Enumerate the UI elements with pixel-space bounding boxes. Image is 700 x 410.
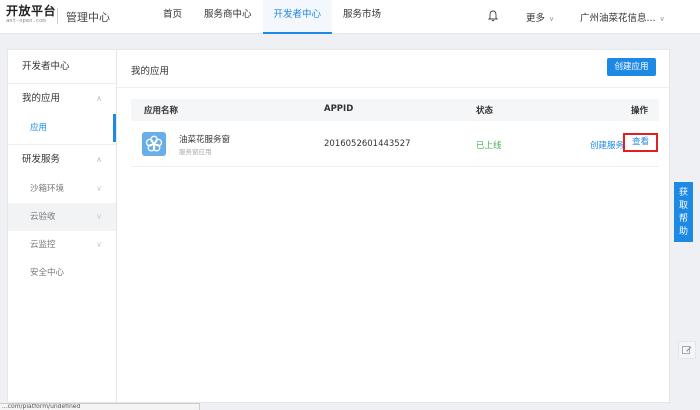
get-help-tab[interactable]: 获取帮助	[674, 182, 693, 242]
chevron-up-icon: ∧	[96, 155, 102, 164]
admin-center-label: 管理中心	[66, 11, 110, 24]
edit-icon	[682, 346, 692, 354]
sidebar: 开发者中心 我的应用 ∧ 应用 研发服务 ∧ 沙箱环境 ∨ 云验收 ∨ 云监控 …	[7, 49, 117, 403]
sidebar-item-label: 云监控	[30, 240, 56, 250]
main-nav: 首页 服务商中心 开发者中心 服务市场	[152, 0, 392, 34]
chevron-down-icon: ∨	[549, 15, 555, 23]
app-flower-icon	[142, 132, 166, 156]
sidebar-item-label: 云验收	[30, 212, 56, 222]
sidebar-item-label: 沙箱环境	[30, 184, 65, 194]
nav-home[interactable]: 首页	[152, 0, 193, 34]
app-type: 服务窗应用	[179, 148, 212, 156]
logo-divider	[57, 8, 58, 24]
sidebar-group-dev-services[interactable]: 研发服务 ∧	[8, 145, 116, 175]
sidebar-item-security-center[interactable]: 安全中心	[8, 259, 116, 287]
logo-title: 开放平台	[6, 4, 57, 18]
app-id: 2016052601443527	[324, 139, 411, 149]
bell-icon[interactable]	[488, 10, 498, 22]
create-service-link[interactable]: 创建服务	[590, 139, 624, 151]
sidebar-group-my-apps[interactable]: 我的应用 ∧	[8, 84, 116, 114]
company-name: 广州油菜花信息...	[580, 13, 656, 24]
sidebar-item-sandbox[interactable]: 沙箱环境 ∨	[8, 175, 116, 203]
column-header-appid: APPID	[324, 104, 354, 114]
column-header-actions: 操作	[631, 106, 649, 116]
status-bar-url: ...com/platform/undefined	[0, 403, 200, 410]
nav-provider-center[interactable]: 服务商中心	[193, 0, 263, 34]
status-badge: 已上线	[476, 141, 502, 151]
page-title: 我的应用	[131, 66, 170, 77]
sidebar-item-cloud-acceptance[interactable]: 云验收 ∨	[8, 203, 116, 231]
chevron-down-icon: ∨	[96, 240, 102, 249]
sidebar-title: 开发者中心	[8, 50, 116, 84]
sidebar-item-apps[interactable]: 应用	[8, 114, 116, 142]
help-label: 获取帮助	[678, 188, 688, 237]
nav-developer-center[interactable]: 开发者中心	[262, 0, 333, 34]
feedback-button[interactable]	[678, 341, 696, 359]
apps-table: 应用名称 APPID 状态 操作 油菜花服务窗 服务窗应用 2016052601…	[131, 99, 659, 167]
main-content: 我的应用 创建应用 应用名称 APPID 状态 操作 油菜花服务窗 服务窗应用 …	[117, 49, 670, 403]
more-label: 更多	[526, 13, 546, 24]
more-menu[interactable]: 更多 ∨	[526, 10, 554, 24]
view-link[interactable]: 查看	[623, 133, 658, 152]
app-name[interactable]: 油菜花服务窗	[179, 133, 230, 145]
logo-subtitle: ant-open.com	[6, 18, 46, 24]
column-header-status: 状态	[476, 106, 494, 116]
chevron-down-icon: ∨	[659, 15, 665, 23]
chevron-down-icon: ∨	[96, 184, 102, 193]
chevron-up-icon: ∧	[96, 94, 102, 103]
create-app-button[interactable]: 创建应用	[607, 58, 656, 76]
main-header: 我的应用 创建应用	[117, 50, 669, 88]
nav-service-market[interactable]: 服务市场	[332, 0, 392, 34]
chevron-down-icon: ∨	[96, 212, 102, 221]
table-row: 油菜花服务窗 服务窗应用 2016052601443527 已上线 创建服务 查…	[131, 121, 659, 167]
sidebar-group-label: 研发服务	[22, 154, 61, 165]
sidebar-item-cloud-monitor[interactable]: 云监控 ∨	[8, 231, 116, 259]
company-menu[interactable]: 广州油菜花信息... ∨	[580, 10, 665, 24]
logo[interactable]: 开放平台 ant-open.com	[6, 4, 56, 25]
table-header: 应用名称 APPID 状态 操作	[131, 99, 659, 121]
column-header-app-name: 应用名称	[144, 106, 179, 116]
top-bar: 开放平台 ant-open.com 管理中心 首页 服务商中心 开发者中心 服务…	[0, 0, 700, 34]
sidebar-group-label: 我的应用	[22, 93, 61, 104]
